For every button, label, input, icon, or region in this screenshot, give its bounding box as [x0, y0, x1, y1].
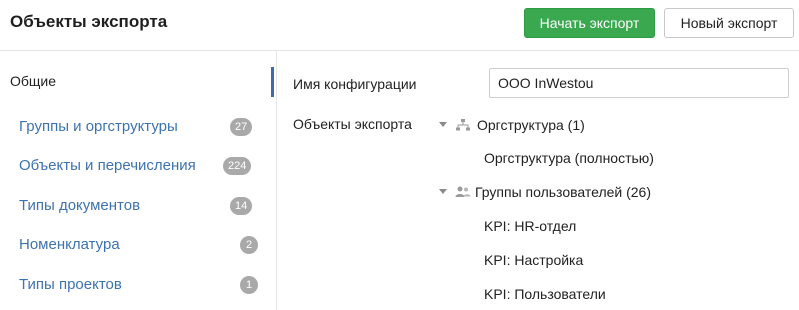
tree-leaf-label: KPI: HR-отдел: [484, 218, 577, 234]
sidebar-item-objects[interactable]: Объекты и перечисления 224: [0, 150, 270, 182]
sidebar-item-label: Типы документов: [19, 197, 141, 214]
sidebar-item-label: Типы проектов: [19, 276, 122, 293]
tree-node-label: Оргструктура (1): [477, 117, 585, 133]
sidebar-item-doc-types[interactable]: Типы документов 14: [0, 190, 270, 222]
caret-down-icon[interactable]: [439, 122, 447, 127]
main-panel: Имя конфигурации Объекты экспорта Оргстр…: [277, 51, 799, 310]
page-title: Объекты экспорта: [10, 12, 168, 31]
tree-leaf-label: Оргструктура (полностью): [484, 150, 654, 166]
tree-node-user-groups[interactable]: Группы пользователей (26): [437, 182, 737, 204]
sidebar-item-nomenclature[interactable]: Номенклатура 2: [0, 229, 270, 261]
count-badge: 27: [230, 118, 253, 136]
tree-leaf[interactable]: KPI: Пользователи: [484, 284, 784, 306]
tree-leaf[interactable]: KPI: HR-отдел: [484, 216, 784, 238]
count-badge: 1: [240, 276, 258, 294]
sidebar-item-label: Группы и оргструктуры: [19, 118, 178, 135]
export-objects-label: Объекты экспорта: [293, 116, 412, 132]
caret-down-icon[interactable]: [439, 189, 447, 194]
sidebar-item-label: Номенклатура: [19, 236, 120, 253]
count-badge: 224: [223, 157, 252, 175]
tree-node-label: Группы пользователей (26): [475, 184, 652, 200]
start-export-button[interactable]: Начать экспорт: [524, 8, 655, 38]
tree-leaf-label: KPI: Пользователи: [484, 286, 606, 302]
header: Объекты экспорта Начать экспорт Новый эк…: [0, 0, 799, 51]
sidebar-item-project-types[interactable]: Типы проектов 1: [0, 269, 270, 301]
sidebar-item-label: Объекты и перечисления: [19, 157, 196, 174]
active-indicator: [271, 67, 274, 97]
tree-node-orgstructure[interactable]: Оргструктура (1): [437, 115, 737, 137]
config-name-input[interactable]: [489, 68, 789, 98]
tree-leaf-label: KPI: Настройка: [484, 252, 584, 268]
sidebar-item-groups[interactable]: Группы и оргструктуры 27: [0, 111, 270, 143]
count-badge: 14: [230, 197, 253, 215]
tree-leaf[interactable]: Оргструктура (полностью): [484, 148, 784, 170]
org-structure-icon: [456, 119, 470, 131]
new-export-button[interactable]: Новый экспорт: [664, 8, 794, 38]
count-badge: 2: [240, 236, 258, 254]
sidebar: Общие Группы и оргструктуры 27 Объекты и…: [0, 51, 277, 310]
user-group-icon: [455, 186, 471, 197]
tree-leaf[interactable]: KPI: Настройка: [484, 250, 784, 272]
sidebar-item-general[interactable]: Общие: [10, 73, 56, 89]
config-name-label: Имя конфигурации: [293, 76, 417, 92]
